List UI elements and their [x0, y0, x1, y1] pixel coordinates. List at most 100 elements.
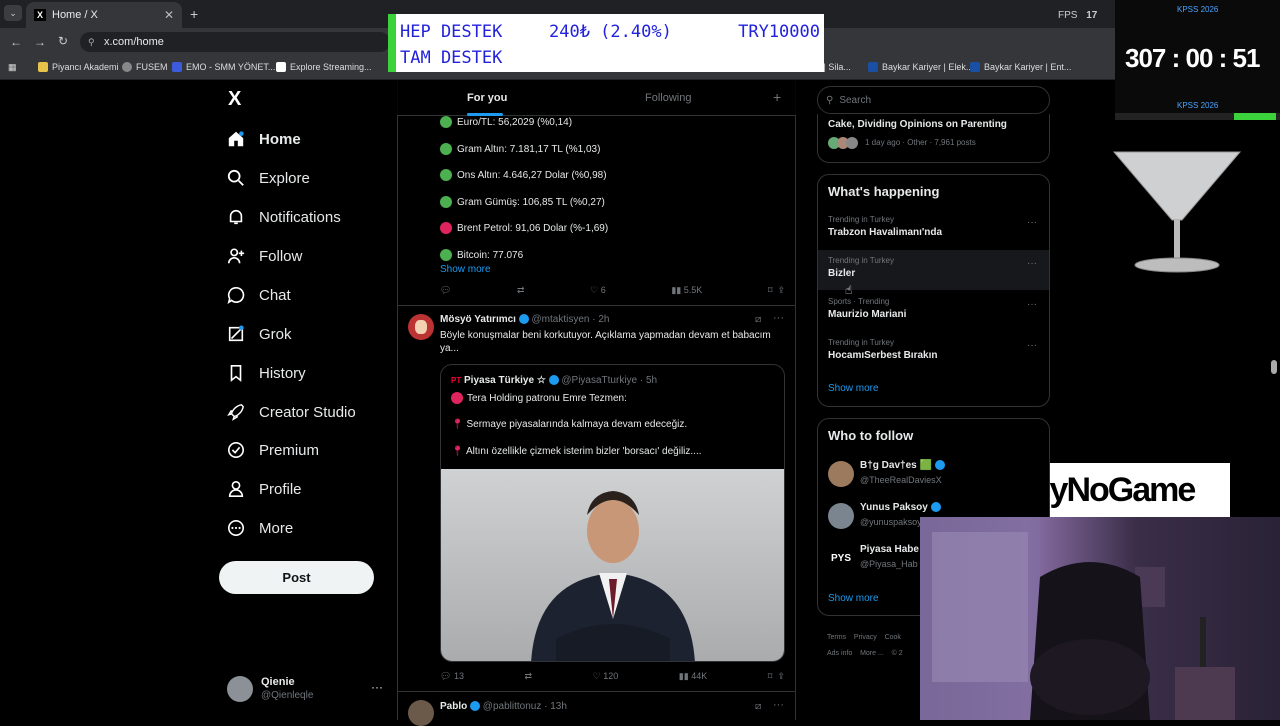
more-dots-icon[interactable]: ···	[1027, 299, 1037, 310]
reload-icon[interactable]: ↻	[58, 34, 68, 48]
search-placeholder: Search	[839, 94, 872, 106]
bookmark-item[interactable]: EMO - SMM YÖNET...	[172, 62, 275, 72]
views-button[interactable]: ▮▮ 44K	[679, 671, 707, 682]
banner-line1-left: HEP DESTEK	[400, 22, 503, 42]
footer-link[interactable]: Cook	[885, 634, 901, 641]
share-icon[interactable]: ⇪	[777, 671, 785, 681]
quote-line: Sermaye piyasalarında kalmaya devam edec…	[466, 419, 688, 430]
author-handle[interactable]: @mtaktisyen	[532, 314, 590, 325]
trend-item[interactable]: Sports · Trending Maurizio Mariani ···	[818, 291, 1049, 331]
chat-icon	[227, 286, 245, 304]
status-dot-icon	[440, 116, 452, 128]
nav-creator-studio[interactable]: Creator Studio	[227, 403, 356, 421]
post-button[interactable]: Post	[219, 561, 374, 594]
user-name: Qienie	[261, 676, 295, 688]
tweet-actions: 💬︎ ⇄ ♡ 6 ▮▮ 5.5K ⌑ ⇪	[440, 285, 785, 296]
nav-premium[interactable]: Premium	[227, 441, 319, 459]
share-icon[interactable]: ⇪	[777, 285, 785, 295]
address-bar[interactable]: ⚲ x.com/home	[80, 32, 390, 52]
footer-link[interactable]: Privacy	[854, 634, 877, 641]
bookmark-item[interactable]: Baykar Kariyer | Elek...	[868, 62, 973, 72]
account-switcher[interactable]: Qienie @Qienleqle ···	[227, 674, 387, 706]
tweet-more-icon[interactable]: ···	[773, 312, 784, 324]
x-logo-icon[interactable]: X	[228, 88, 241, 111]
quoted-tweet[interactable]: PT Piyasa Türkiye ☆ @PiyasaTturkiye · 5h…	[440, 364, 785, 662]
tab-list-button[interactable]: ⌄	[4, 5, 22, 21]
show-more-link[interactable]: Show more	[828, 593, 879, 604]
bookmark-icon[interactable]: ⌑	[768, 285, 773, 295]
search-input[interactable]: ⚲ Search	[817, 86, 1050, 114]
bookmark-icon[interactable]: ⌑	[768, 671, 773, 681]
new-tab-button[interactable]: +	[190, 6, 198, 22]
apps-icon[interactable]: ▦	[8, 62, 17, 73]
views-button[interactable]: ▮▮ 5.5K	[671, 285, 702, 296]
nav-explore[interactable]: Explore	[227, 169, 310, 187]
grok-tweet-icon[interactable]: ⧄	[755, 701, 761, 712]
tweet-header: Pablo @pablittonuz · 13h	[440, 701, 567, 712]
tab-following[interactable]: Following	[645, 92, 691, 104]
nav-more[interactable]: More	[227, 519, 293, 537]
timer-value: 307 : 00 : 51	[1125, 43, 1260, 73]
grok-tweet-icon[interactable]: ⧄	[755, 314, 761, 325]
site-info-icon[interactable]: ⚲	[88, 37, 95, 48]
add-person-icon	[227, 248, 245, 264]
page-scrollbar[interactable]	[1271, 360, 1277, 374]
pin-icon: 📍︎	[451, 446, 464, 457]
retweet-icon[interactable]: ⇄	[517, 285, 525, 296]
tab-for-you[interactable]: For you	[467, 92, 507, 116]
nav-home[interactable]: Home	[227, 130, 301, 148]
nav-notifications[interactable]: Notifications	[227, 208, 341, 226]
footer-link[interactable]: Ads info	[827, 650, 852, 657]
author-name[interactable]: Pablo	[440, 701, 467, 712]
quote-avatar-icon: PT	[451, 376, 462, 385]
browser-tab[interactable]: X Home / X ✕	[26, 2, 182, 28]
close-tab-icon[interactable]: ✕	[164, 8, 174, 22]
more-dots-icon[interactable]: ···	[1027, 217, 1037, 228]
author-handle[interactable]: @pablittonuz	[483, 701, 542, 712]
person-icon	[228, 480, 244, 498]
tweet-text: Böyle konuşmalar beni korkutuyor. Açıkla…	[440, 330, 771, 354]
timer-top-label: KPSS 2026	[1177, 5, 1219, 14]
more-dots-icon[interactable]: ···	[1027, 258, 1037, 269]
nav-follow[interactable]: Follow	[227, 247, 302, 265]
news-card[interactable]: Cake, Dividing Opinions on Parenting 1 d…	[817, 114, 1050, 163]
like-button[interactable]: ♡ 6	[590, 285, 606, 296]
quote-photo[interactable]	[441, 469, 784, 661]
bookmark-item[interactable]: Piyancı Akademi	[38, 62, 119, 72]
nav-profile[interactable]: Profile	[227, 480, 302, 498]
nav-chat[interactable]: Chat	[227, 286, 291, 304]
tab-title: Home / X	[52, 9, 98, 21]
back-icon[interactable]: ←	[10, 35, 22, 49]
verified-badge-icon	[227, 441, 245, 459]
like-button[interactable]: ♡ 120	[593, 671, 619, 682]
bookmark-item[interactable]: Explore Streaming...	[276, 62, 372, 72]
tweet-time: · 2h	[592, 314, 610, 325]
more-dots-icon[interactable]: ···	[1027, 340, 1037, 351]
bookmark-item[interactable]: FUSEM	[122, 62, 168, 72]
avatar[interactable]	[408, 700, 434, 726]
show-more-link[interactable]: Show more	[828, 383, 879, 394]
avatar[interactable]	[408, 314, 434, 340]
fps-label: FPS 17	[1058, 10, 1098, 21]
retweet-icon[interactable]: ⇄	[525, 671, 533, 682]
nav-history[interactable]: History	[227, 364, 306, 382]
trend-item[interactable]: Trending in Turkey HocamıSerbest Bırakın…	[818, 332, 1049, 372]
forward-icon[interactable]: →	[34, 35, 46, 49]
add-feed-icon[interactable]: +	[773, 89, 781, 105]
footer-link[interactable]: More ...	[860, 650, 884, 657]
footer-link[interactable]: Terms	[827, 634, 846, 641]
reply-button[interactable]: 💬︎ 13	[440, 671, 464, 682]
bookmark-item[interactable]: Baykar Kariyer | Ent...	[970, 62, 1071, 72]
show-more-link[interactable]: Show more	[440, 264, 491, 275]
more-dots-icon[interactable]: ···	[371, 680, 383, 694]
status-dot-icon	[440, 196, 452, 208]
nav-grok[interactable]: Grok	[227, 325, 292, 343]
tweet-more-icon[interactable]: ···	[773, 699, 784, 711]
trend-item[interactable]: Trending in Turkey Bizler ···	[818, 250, 1049, 290]
reply-icon[interactable]: 💬︎	[440, 285, 451, 296]
fps-value: 17	[1086, 10, 1098, 21]
follow-suggestion[interactable]: B†g Dav†es 🟩 @TheeRealDaviesX	[828, 459, 1043, 489]
trend-item[interactable]: Trending in Turkey Trabzon Havalimanı'nd…	[818, 209, 1049, 249]
banner-line1-mid: 240₺ (2.40%)	[549, 22, 672, 42]
author-name[interactable]: Mösyö Yatırımcı	[440, 314, 516, 325]
